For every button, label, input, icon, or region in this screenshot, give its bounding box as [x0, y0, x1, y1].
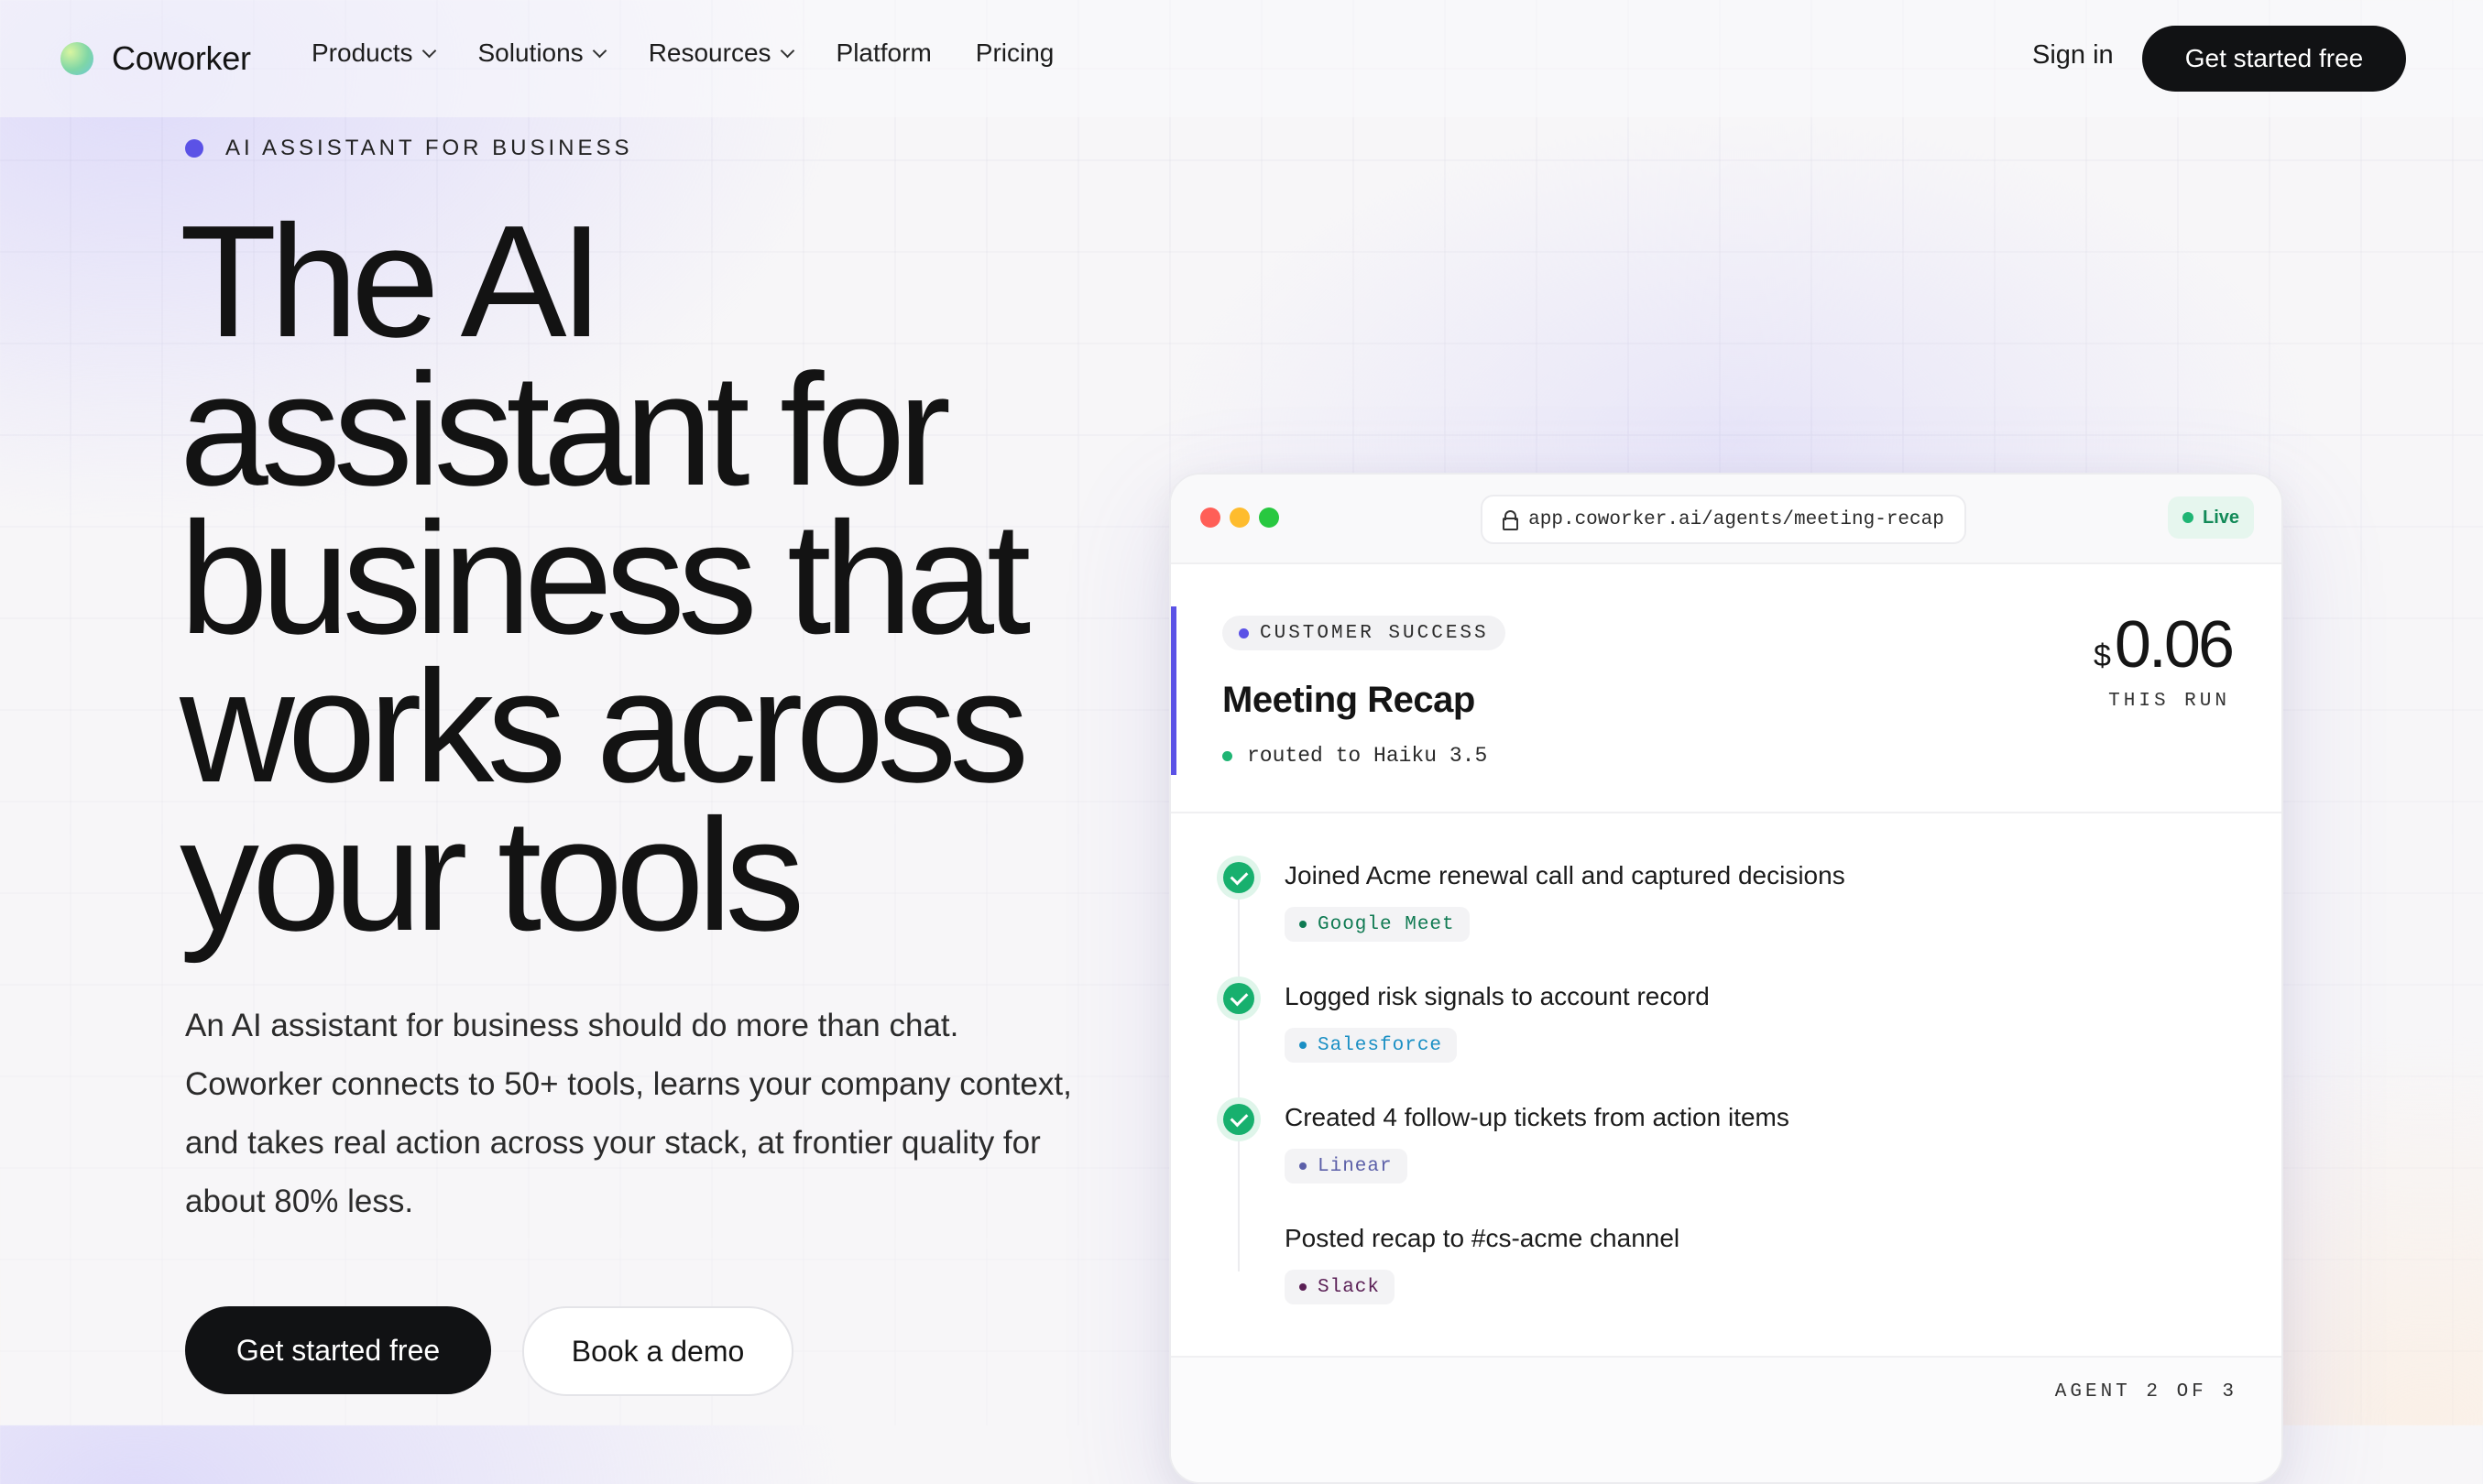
nav-item-resources[interactable]: Resources [648, 38, 794, 68]
nav-item-label: Pricing [975, 38, 1055, 67]
live-label: Live [2202, 507, 2240, 528]
check-circle-icon [1217, 977, 1261, 1020]
integration-tag: Linear [1285, 1149, 1407, 1184]
sign-in-link[interactable]: Sign in [2032, 40, 2114, 71]
live-dot-icon [2182, 512, 2193, 523]
check-circle-icon [1217, 1097, 1261, 1141]
cost-label: THIS RUN [2108, 691, 2230, 712]
nav-item-solutions[interactable]: Solutions [477, 38, 607, 68]
address-bar[interactable]: app.coworker.ai/agents/meeting-recap [1481, 495, 1966, 544]
tag-dot-icon [1299, 1042, 1307, 1049]
book-demo-button[interactable]: Book a demo [522, 1306, 793, 1396]
routing-label: routed to Haiku 3.5 [1247, 744, 1488, 768]
agent-title: Meeting Recap [1222, 680, 1475, 720]
get-started-button[interactable]: Get started free [185, 1306, 491, 1394]
minimize-window-dot-icon[interactable] [1230, 507, 1250, 528]
integration-tag: Salesforce [1285, 1028, 1458, 1063]
chevron-down-icon [421, 43, 436, 58]
integration-tag: Google Meet [1285, 907, 1470, 942]
headline-line: business that [180, 488, 1031, 667]
chevron-down-icon [780, 43, 794, 58]
agent-preview-window: app.coworker.ai/agents/meeting-recap Liv… [1169, 473, 2283, 1484]
headline-line: your tools [180, 785, 804, 964]
step-text: Logged risk signals to account record [1285, 982, 1710, 1010]
nav-item-label: Solutions [477, 38, 584, 67]
step-text: Posted recap to #cs-acme channel [1285, 1224, 1680, 1252]
category-label: CUSTOMER SUCCESS [1260, 622, 1489, 644]
routing-dot-icon [1222, 750, 1232, 761]
brand-logo[interactable]: Coworker [60, 39, 251, 77]
nav-item-label: Platform [836, 38, 932, 67]
url-text: app.coworker.ai/agents/meeting-recap [1528, 508, 1944, 530]
eyebrow-dot-icon [185, 139, 203, 158]
hero-eyebrow: AI ASSISTANT FOR BUSINESS [185, 136, 633, 161]
tag-label: Linear [1318, 1155, 1393, 1177]
headline-line: works across [180, 637, 1029, 815]
category-badge: CUSTOMER SUCCESS [1222, 616, 1505, 650]
chevron-down-icon [592, 43, 607, 58]
routing-info: routed to Haiku 3.5 [1222, 744, 1487, 768]
run-cost: $ 0.06 [2093, 608, 2235, 682]
eyebrow-label: AI ASSISTANT FOR BUSINESS [225, 136, 633, 160]
tag-dot-icon [1299, 1162, 1307, 1170]
tag-dot-icon [1299, 1283, 1307, 1291]
top-nav: Coworker Products Solutions Resources Pl… [0, 0, 2483, 117]
lock-icon [1503, 510, 1519, 530]
panel-footer [1171, 1358, 2281, 1482]
nav-get-started-button[interactable]: Get started free [2142, 26, 2406, 92]
nav-links: Products Solutions Resources Platform Pr… [312, 38, 1098, 68]
close-window-dot-icon[interactable] [1200, 507, 1220, 528]
check-circle-icon [1217, 856, 1261, 900]
live-status-badge: Live [2168, 496, 2254, 539]
category-dot-icon [1239, 627, 1249, 638]
nav-item-platform[interactable]: Platform [837, 38, 932, 68]
headline-line: The AI [180, 191, 604, 370]
nav-item-products[interactable]: Products [312, 38, 436, 68]
tag-label: Google Meet [1318, 913, 1455, 935]
tag-label: Slack [1318, 1276, 1381, 1298]
timeline-line [1238, 878, 1240, 1271]
hero-description: An AI assistant for business should do m… [185, 1008, 1072, 1219]
headline-line: assistant for [180, 340, 951, 518]
cost-currency: $ [2093, 638, 2111, 673]
brand-name: Coworker [112, 39, 251, 77]
agent-counter: AGENT 2 OF 3 [2054, 1381, 2237, 1402]
nav-item-pricing[interactable]: Pricing [976, 38, 1055, 68]
hero-headline: The AI assistant for business that works… [180, 191, 1096, 964]
integration-tag: Slack [1285, 1270, 1395, 1304]
active-agent-indicator [1171, 606, 1176, 775]
cost-value: 0.06 [2114, 608, 2235, 682]
tag-label: Salesforce [1318, 1034, 1443, 1056]
tag-dot-icon [1299, 921, 1307, 928]
section-divider [1171, 812, 2281, 813]
nav-item-label: Resources [648, 38, 771, 67]
maximize-window-dot-icon[interactable] [1259, 507, 1279, 528]
step-text: Created 4 follow-up tickets from action … [1285, 1103, 1789, 1131]
logo-orb-icon [60, 42, 93, 75]
step-text: Joined Acme renewal call and captured de… [1285, 861, 1845, 889]
window-chrome: app.coworker.ai/agents/meeting-recap Liv… [1171, 475, 2281, 564]
nav-item-label: Products [312, 38, 413, 67]
